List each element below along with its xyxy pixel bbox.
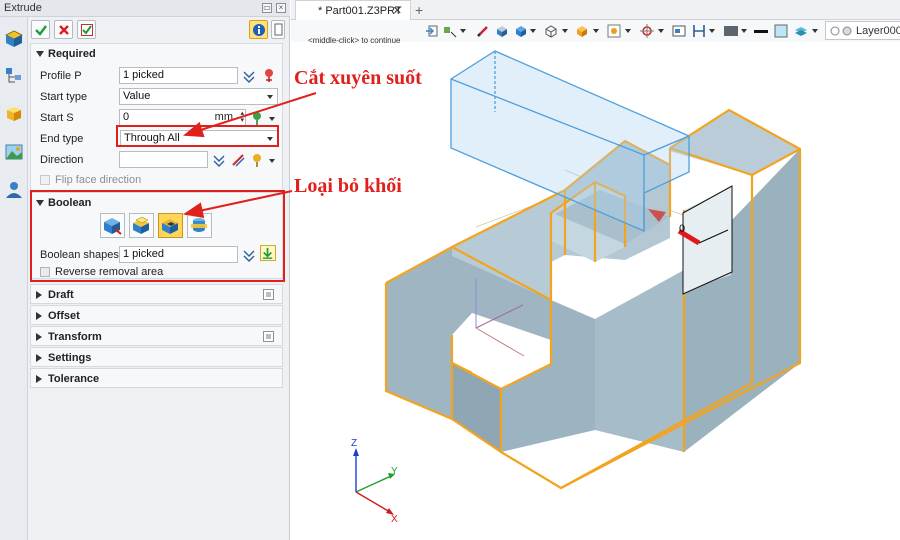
through-cut-arrow [183, 92, 317, 138]
through-cut-callout: Cắt xuyên suốt [294, 67, 422, 89]
annotation-overlay [183, 92, 317, 219]
remove-body-arrow [183, 190, 293, 219]
remove-body-callout: Loại bỏ khối [294, 175, 402, 197]
